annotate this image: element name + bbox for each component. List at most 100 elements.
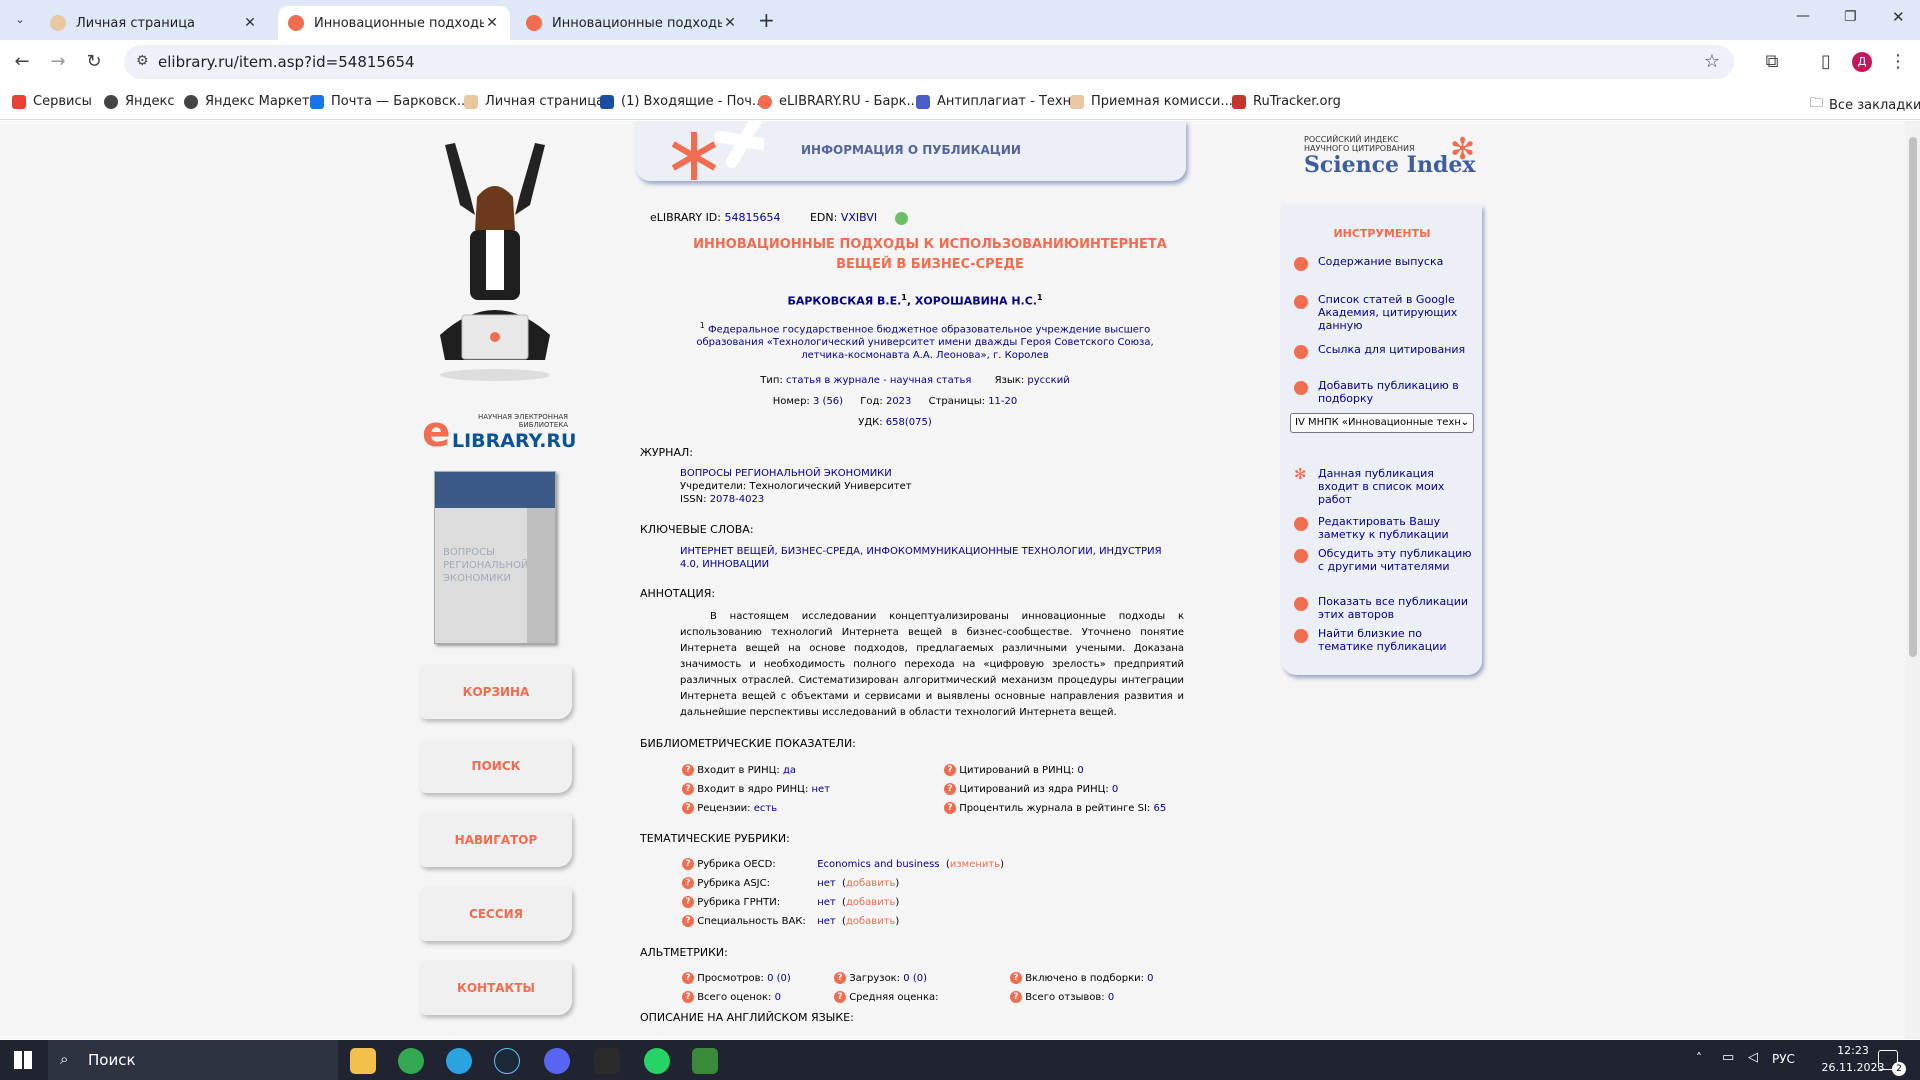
help-icon[interactable]: ? (944, 802, 956, 814)
tool-citation-link[interactable]: Ссылка для цитирования (1294, 343, 1474, 359)
help-icon[interactable]: ? (944, 783, 956, 795)
tray-chevron-icon[interactable]: ˄ (1696, 1051, 1702, 1065)
reload-icon[interactable]: ↻ (82, 50, 106, 74)
bookmark-item[interactable]: Антиплагиат - Техн... (916, 94, 1084, 109)
tab-personal[interactable]: Личная страница ✕ (40, 6, 268, 40)
help-icon[interactable]: ? (1010, 972, 1022, 984)
logo-small-text: НАУЧНАЯ ЭЛЕКТРОННАЯ БИБЛИОТЕКА (478, 413, 568, 429)
notification-count: 2 (1892, 1062, 1906, 1076)
author-link[interactable]: ХОРОШАВИНА Н.С. (915, 295, 1037, 308)
help-icon[interactable]: ? (834, 991, 846, 1003)
id-line: eLIBRARY ID: 54815654 EDN: VXIBVI (650, 211, 908, 225)
rubric-action-link[interactable]: добавить (846, 878, 895, 889)
nav-navigator-button[interactable]: НАВИГАТОР (420, 813, 572, 867)
help-icon[interactable]: ? (682, 877, 694, 889)
bookmark-item[interactable]: (1) Входящие - Поч... (600, 94, 764, 109)
network-icon[interactable]: ▭ (1722, 1050, 1734, 1065)
help-icon[interactable]: ? (1010, 991, 1022, 1003)
science-index-logo[interactable]: РОССИЙСКИЙ ИНДЕКС НАУЧНОГО ЦИТИРОВАНИЯ S… (1304, 135, 1484, 185)
nav-cart-button[interactable]: КОРЗИНА (420, 665, 572, 719)
tab-search-icon[interactable]: ⌄ (10, 10, 30, 30)
close-icon[interactable]: ✕ (242, 15, 258, 31)
tool-google-scholar[interactable]: Список статей в Google Академия, цитирую… (1294, 293, 1474, 332)
tool-add-to-collection[interactable]: Добавить публикацию в подборку (1294, 379, 1474, 405)
nav-search-button[interactable]: ПОИСК (420, 739, 572, 793)
tool-author-publications[interactable]: Показать все публикации этих авторов (1294, 595, 1474, 621)
discord-icon[interactable] (544, 1048, 570, 1074)
help-icon[interactable]: ? (682, 896, 694, 908)
affiliation-link[interactable]: Федеральное государственное бюджетное об… (696, 324, 1153, 361)
telegram-icon[interactable] (446, 1048, 472, 1074)
file-explorer-icon[interactable] (350, 1048, 376, 1074)
new-tab-button[interactable]: + (758, 8, 775, 32)
shield-app-icon[interactable] (692, 1048, 718, 1074)
bookmark-item[interactable]: Яндекс Маркет (184, 94, 310, 109)
help-icon[interactable]: ? (682, 783, 694, 795)
forward-icon[interactable]: → (46, 50, 70, 74)
site-info-icon[interactable]: ⚙ (136, 53, 149, 69)
keywords[interactable]: ИНТЕРНЕТ ВЕЩЕЙ, БИЗНЕС-СРЕДА, ИНФОКОММУН… (680, 545, 1180, 571)
scrollbar-thumb[interactable] (1909, 137, 1917, 657)
qr-icon[interactable] (894, 211, 908, 225)
window-close-icon[interactable]: ✕ (1892, 8, 1905, 26)
arrow-icon (1294, 597, 1308, 611)
nav-session-button[interactable]: СЕССИЯ (420, 887, 572, 941)
help-icon[interactable]: ? (682, 858, 694, 870)
menu-icon[interactable]: ⋮ (1886, 50, 1910, 74)
rubric-action-link[interactable]: добавить (846, 916, 895, 927)
back-icon[interactable]: ← (10, 50, 34, 74)
close-icon[interactable]: ✕ (722, 15, 738, 31)
help-icon[interactable]: ? (944, 764, 956, 776)
side-panel-icon[interactable]: ▯ (1814, 50, 1838, 74)
windows-start-icon[interactable] (14, 1051, 32, 1069)
steam-icon[interactable] (494, 1048, 520, 1074)
abstract: В настоящем исследовании концептуализиро… (680, 611, 1184, 718)
bookmark-item[interactable]: eLIBRARY.RU - Барк... (758, 94, 919, 109)
help-icon[interactable]: ? (834, 972, 846, 984)
help-icon[interactable]: ? (682, 764, 694, 776)
epic-games-icon[interactable] (594, 1048, 620, 1074)
chrome-icon[interactable] (398, 1048, 424, 1074)
rubric-action-link[interactable]: изменить (950, 859, 1000, 870)
taskbar-search[interactable]: ⌕ Поиск (48, 1040, 338, 1080)
journal-cover[interactable]: ВОПРОСЫ РЕГИОНАЛЬНОЙ ЭКОНОМИКИ (434, 471, 556, 644)
minimize-icon[interactable]: — (1796, 8, 1810, 24)
journal-link[interactable]: ВОПРОСЫ РЕГИОНАЛЬНОЙ ЭКОНОМИКИ (680, 467, 912, 480)
whatsapp-icon[interactable] (644, 1048, 670, 1074)
volume-icon[interactable]: ◁ (1748, 1050, 1758, 1065)
tool-similar[interactable]: Найти близкие по тематике публикации (1294, 627, 1474, 653)
tool-discuss[interactable]: Обсудить эту публикацию с другими читате… (1294, 547, 1474, 573)
bookmark-star-icon[interactable]: ☆ (1704, 51, 1720, 72)
bookmark-item[interactable]: Личная страница (464, 94, 604, 109)
bookmark-item[interactable]: Почта — Барковск... (310, 94, 469, 109)
outlook-icon (310, 94, 324, 109)
help-icon[interactable]: ? (682, 991, 694, 1003)
tab-article-active[interactable]: Инновационные подходы к ис ✕ (278, 6, 510, 40)
tab-article-2[interactable]: Инновационные подходы к ис ✕ (516, 6, 748, 40)
address-bar[interactable]: ⚙ elibrary.ru/item.asp?id=54815654 ☆ (124, 45, 1734, 79)
biblio-value: есть (753, 803, 778, 814)
nav-contacts-button[interactable]: КОНТАКТЫ (420, 961, 572, 1015)
language-indicator[interactable]: РУС (1772, 1052, 1795, 1066)
tool-edit-note[interactable]: Редактировать Вашу заметку к публикации (1294, 515, 1474, 541)
bookmark-item[interactable]: RuTracker.org (1232, 94, 1341, 109)
tool-my-works[interactable]: ✻ Данная публикация входит в список моих … (1294, 467, 1474, 507)
bookmark-item[interactable]: Приемная комисси... (1070, 94, 1233, 109)
bookmark-item[interactable]: Яндекс (104, 94, 175, 109)
select-value: IV МНПК «Инновационные техн (1295, 417, 1461, 428)
collection-select[interactable]: IV МНПК «Инновационные техн ⌄ (1290, 413, 1474, 433)
close-icon[interactable]: ✕ (484, 15, 500, 31)
bookmark-item[interactable]: Сервисы (12, 94, 92, 109)
rubric-action-link[interactable]: добавить (846, 897, 895, 908)
help-icon[interactable]: ? (682, 802, 694, 814)
tool-issue-contents[interactable]: Содержание выпуска (1294, 255, 1474, 271)
all-bookmarks[interactable]: 🗀 Все закладки (1810, 94, 1920, 116)
author-link[interactable]: БАРКОВСКАЯ В.Е. (787, 295, 901, 308)
help-icon[interactable]: ? (682, 915, 694, 927)
help-icon[interactable]: ? (682, 972, 694, 984)
restore-icon[interactable]: ❐ (1844, 9, 1857, 25)
num-value[interactable]: 3 (56) (813, 396, 843, 407)
profile-avatar[interactable]: Д (1852, 52, 1872, 72)
page-scrollbar[interactable] (1906, 121, 1920, 1039)
extensions-icon[interactable]: ⧉ (1760, 50, 1784, 74)
